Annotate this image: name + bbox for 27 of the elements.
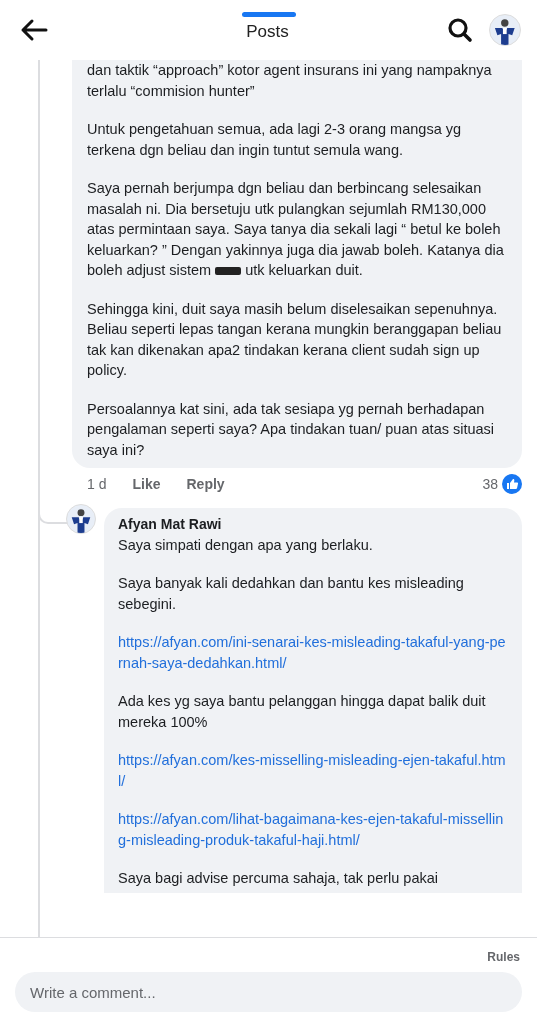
page-title: Posts xyxy=(245,22,290,42)
comment-action[interactable]: Reply xyxy=(186,476,225,492)
drag-handle[interactable] xyxy=(242,12,296,17)
link[interactable]: https://afyan.com/ini-senarai-kes-misleading-takaful-yang-pernah-saya-dedahkan.html/ xyxy=(118,632,510,673)
search-icon[interactable] xyxy=(447,17,473,43)
comment-text: Persoalannya kat sini, ada tak sesiapa yg pernah berhadapan pengalaman seperti saya? Apa tindakan tuan/ puan atas situasi saya ini? xyxy=(87,399,496,460)
back-arrow-icon[interactable] xyxy=(20,18,48,42)
comment-text: Sehingga kini, duit saya masih belum diselesaikan sepenuhnya. Beliau seperti lepas tangan kerana mungkin beranggapan beliau tak kan dikenakan apa2 tindakan kerana client sudah sign up policy. xyxy=(87,299,503,380)
link[interactable]: https://afyan.com/kes-misselling-misleading-ejen-takaful.html/ xyxy=(118,750,510,791)
comment-text: Saya pernah berjumpa dgn beliau dan berbincang selesaikan masalah ni. Dia bersetuju utk pulangkan sejumlah RM130,000 atas permintaan saya. Saya tanya dia sekali lagi “ betul ke boleh keluarkan? ” Dengan yakinnya juga dia jawab boleh. Katanya dia boleh adjust sistem utk keluarkan duit. xyxy=(87,179,505,280)
person-silhouette-icon xyxy=(69,507,93,533)
comment-time: 1 d xyxy=(87,476,107,492)
comment-input-field[interactable]: Write a comment... xyxy=(15,972,522,1012)
author-name[interactable]: Afyan Mat Rawi xyxy=(118,514,510,535)
comment-text: dan taktik “approach” kotor agent insurans ini yang nampaknya terlalu “commision hunter” xyxy=(87,61,493,101)
comment-text: Untuk pengetahuan semua, ada lagi 2-3 orang mangsa yg terkena dgn beliau dan ingin tuntut semula wang. xyxy=(87,120,463,160)
link[interactable]: https://afyan.com/lihat-bagaimana-kes-ejen-takaful-misselling-misleading-produk-takaful-haji.html/ xyxy=(118,809,510,850)
comment-text: Saya simpati dengan apa yang berlaku. xyxy=(118,535,374,555)
comment-text: Saya bagi advise percuma sahaja, tak perlu pakai xyxy=(118,869,439,888)
reaction-count: 38 xyxy=(482,476,498,492)
commenter-avatar[interactable] xyxy=(66,504,96,534)
thumbs-up-icon xyxy=(502,474,522,494)
comment-action[interactable]: Like xyxy=(132,476,161,492)
profile-avatar[interactable] xyxy=(489,14,521,46)
comment-text: Saya banyak kali dedahkan dan bantu kes misleading sebegini. xyxy=(118,574,465,614)
rules-link[interactable]: Rules xyxy=(487,950,520,964)
comment-text: Ada kes yg saya bantu pelanggan hingga dapat balik duit mereka 100% xyxy=(118,692,487,732)
